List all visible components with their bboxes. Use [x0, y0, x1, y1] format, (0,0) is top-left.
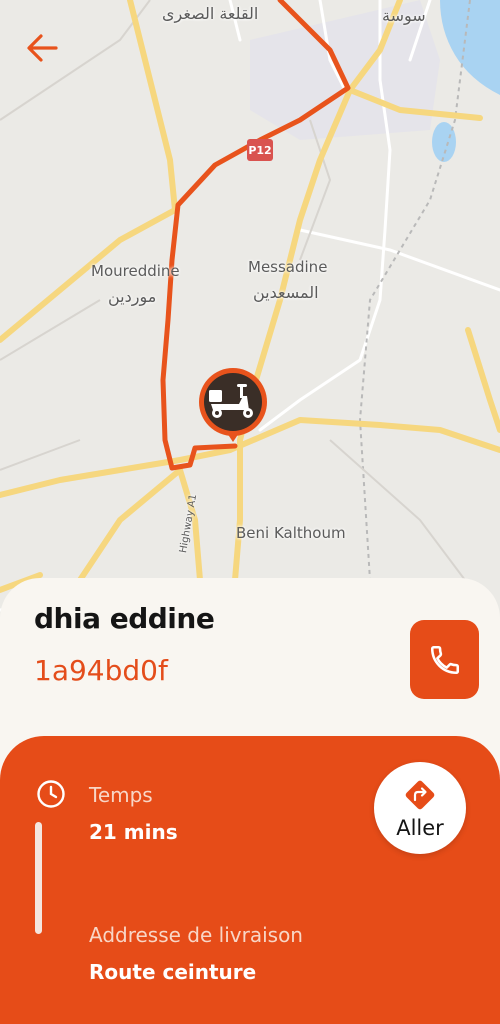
road-badge-p12: P12 [247, 139, 273, 161]
map-label-beni-kalthoum: Beni Kalthoum [236, 524, 346, 542]
scooter-icon [199, 368, 267, 442]
address-value: Route ceinture [89, 960, 257, 984]
map-label-sousse: سوسة [382, 6, 426, 25]
driver-name: dhia eddine [34, 602, 215, 635]
time-label: Temps [89, 783, 153, 807]
go-button[interactable]: Aller [374, 762, 466, 854]
map-label-messadine-ar: المسعدين [253, 283, 319, 302]
map-label-kalaa-seghira: القلعة الصغرى [162, 4, 259, 23]
address-label: Addresse de livraison [89, 923, 303, 947]
call-button[interactable] [410, 620, 479, 699]
directions-icon [405, 780, 435, 810]
map-view[interactable]: القلعة الصغرى سوسة Moureddine موردين Mes… [0, 0, 500, 640]
go-label: Aller [396, 816, 444, 840]
order-id: 1a94bd0f [34, 654, 168, 687]
map-label-messadine: Messadine [248, 258, 328, 276]
arrow-left-icon [27, 34, 58, 62]
map-label-moureddine-ar: موردين [108, 287, 157, 306]
map-canvas [0, 0, 500, 640]
phone-icon [430, 645, 459, 674]
clock-icon [37, 780, 65, 808]
back-button[interactable] [24, 30, 76, 78]
time-value: 21 mins [89, 820, 178, 844]
map-label-moureddine: Moureddine [91, 262, 180, 280]
delivery-tracking-screen: القلعة الصغرى سوسة Moureddine موردين Mes… [0, 0, 500, 1024]
trip-progress-line [35, 822, 42, 934]
courier-marker[interactable] [197, 366, 269, 444]
